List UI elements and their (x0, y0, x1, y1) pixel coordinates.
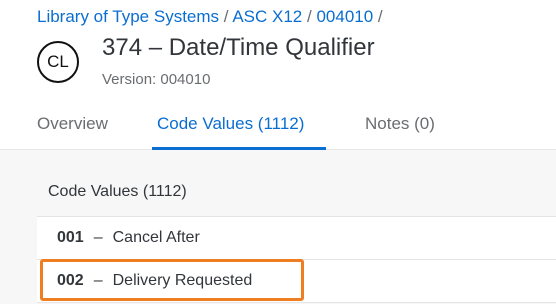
code-separator: – (93, 272, 103, 289)
tab-overview[interactable]: Overview (37, 114, 108, 134)
breadcrumb-separator: / (223, 7, 229, 26)
code-value: 002 (57, 272, 84, 289)
breadcrumb-version-link[interactable]: 004010 (316, 7, 373, 26)
tab-notes[interactable]: Notes (0) (365, 114, 435, 134)
code-value: 001 (57, 229, 84, 246)
version-label: Version: 004010 (102, 71, 211, 88)
breadcrumb: Library of Type Systems / ASC X12 / 0040… (37, 7, 383, 27)
avatar-initials: CL (47, 52, 69, 71)
avatar: CL (37, 41, 79, 83)
list-item[interactable]: 001 – Cancel After (37, 217, 556, 260)
tab-code-values[interactable]: Code Values (1112) (157, 114, 304, 134)
code-values-list: 001 – Cancel After 002 – Delivery Reques… (37, 216, 556, 303)
code-separator: – (93, 229, 103, 246)
code-description: Cancel After (112, 229, 200, 246)
code-description: Delivery Requested (112, 272, 253, 289)
list-item[interactable]: 002 – Delivery Requested (37, 260, 556, 303)
breadcrumb-separator: / (306, 7, 312, 26)
breadcrumb-library-link[interactable]: Library of Type Systems (37, 7, 219, 26)
object-page-header: Library of Type Systems / ASC X12 / 0040… (0, 0, 556, 150)
section-title: Code Values (1112) (48, 183, 187, 200)
tab-bar: Overview Code Values (1112) Notes (0) (0, 100, 556, 150)
active-tab-indicator (152, 147, 326, 150)
breadcrumb-asc-x12-link[interactable]: ASC X12 (232, 7, 302, 26)
breadcrumb-separator: / (377, 7, 383, 26)
page-title: 374 – Date/Time Qualifier (102, 34, 375, 61)
